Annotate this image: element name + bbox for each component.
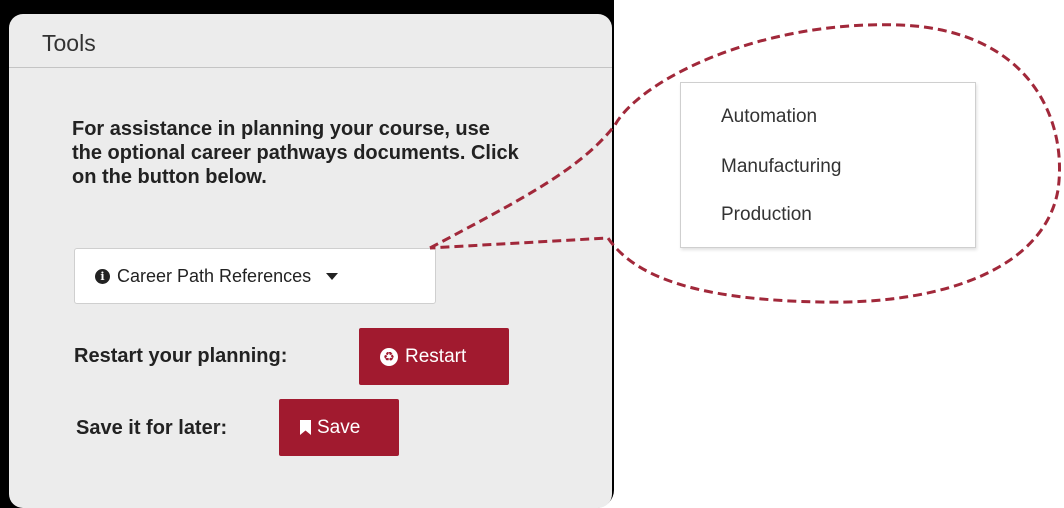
menu-item-production[interactable]: Production <box>721 204 812 226</box>
panel-header: Tools <box>9 14 612 68</box>
save-button-label: Save <box>317 416 361 438</box>
bookmark-icon <box>300 420 311 435</box>
panel-title: Tools <box>42 30 96 56</box>
screenshot-stage: Tools For assistance in planning your co… <box>0 0 1064 508</box>
restart-button-label: Restart <box>405 345 467 367</box>
save-label: Save it for later: <box>76 417 228 439</box>
dropdown-label: Career Path References <box>117 265 312 286</box>
career-path-menu: Automation Manufacturing Production <box>680 82 976 248</box>
menu-item-automation[interactable]: Automation <box>721 106 817 128</box>
recycle-icon: ♻ <box>380 347 398 366</box>
info-circle-icon: i <box>95 268 110 284</box>
caret-down-icon <box>326 272 339 280</box>
menu-item-manufacturing[interactable]: Manufacturing <box>721 156 841 178</box>
career-path-dropdown-button[interactable]: i Career Path References <box>74 248 436 304</box>
restart-button[interactable]: ♻ Restart <box>359 328 509 385</box>
intro-text: For assistance in planning your course, … <box>72 118 519 188</box>
save-button[interactable]: Save <box>279 399 399 456</box>
restart-label: Restart your planning: <box>74 345 288 367</box>
tools-panel: Tools For assistance in planning your co… <box>9 14 612 508</box>
